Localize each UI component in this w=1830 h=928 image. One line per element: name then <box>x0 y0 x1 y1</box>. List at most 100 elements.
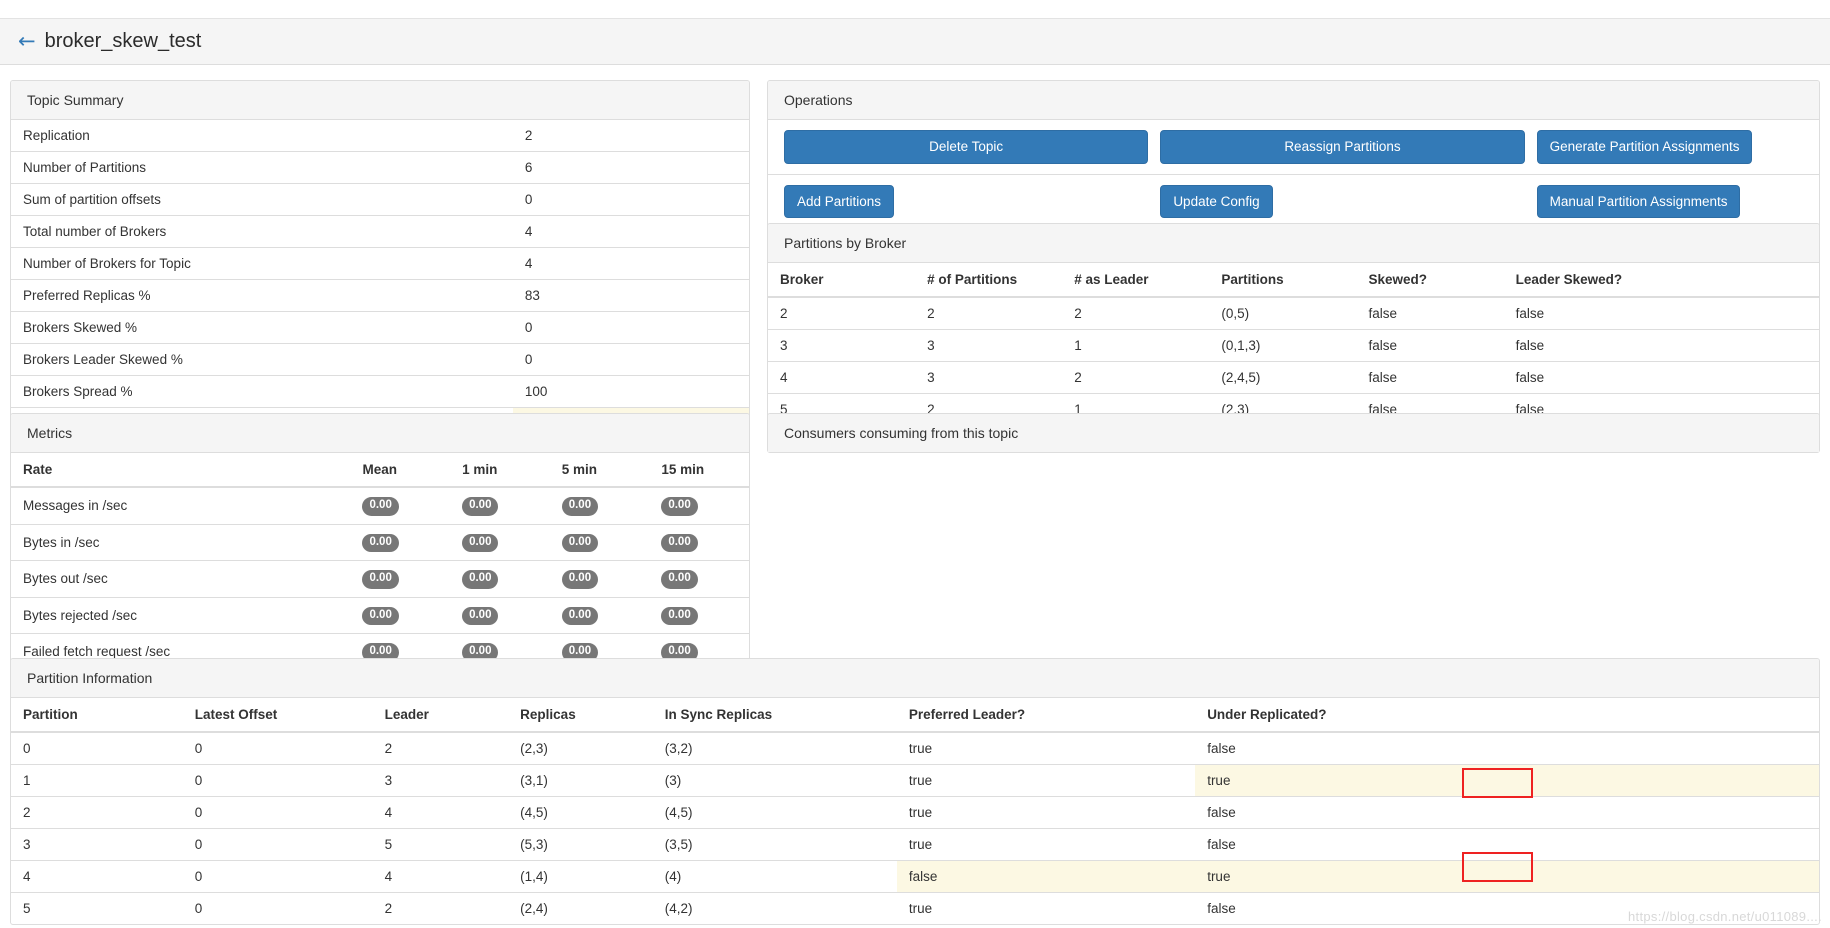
leader-link[interactable]: 4 <box>385 869 393 884</box>
pi-cell: (1,4) <box>508 861 653 893</box>
metric-label: Bytes in /sec <box>11 524 350 561</box>
leader-link[interactable]: 5 <box>385 837 393 852</box>
delete-topic-button[interactable]: Delete Topic <box>784 130 1148 164</box>
pi-cell: true <box>897 765 1195 797</box>
pi-cell: 3 <box>11 829 183 861</box>
operations-cell-generate-partition-assignments: Generate Partition Assignments <box>1531 130 1809 164</box>
update-config-button[interactable]: Update Config <box>1160 185 1272 219</box>
consumers-panel: Consumers consuming from this topic <box>767 413 1820 453</box>
topic-summary-panel: Topic Summary Replication2Number of Part… <box>10 80 750 440</box>
pbb-column-header: # of Partitions <box>915 263 1062 297</box>
metric-label: Bytes rejected /sec <box>11 597 350 634</box>
metrics-column-header: Rate <box>11 453 350 487</box>
pbb-cell: (2,4,5) <box>1209 362 1356 394</box>
leader-link[interactable]: 4 <box>385 805 393 820</box>
manual-partition-assignments-button[interactable]: Manual Partition Assignments <box>1537 185 1741 219</box>
pi-cell: (3,2) <box>653 732 897 765</box>
pi-cell: 0 <box>183 732 373 765</box>
operations-row-2: Add Partitions Update Config Manual Part… <box>768 175 1819 229</box>
pi-leader-cell: 4 <box>373 861 509 893</box>
summary-value: 6 <box>513 152 749 184</box>
pi-cell: false <box>897 861 1195 893</box>
table-row: Number of Partitions6 <box>11 152 749 184</box>
metric-badge: 0.00 <box>362 607 398 626</box>
metric-badge: 0.00 <box>661 534 697 553</box>
reassign-partitions-button[interactable]: Reassign Partitions <box>1160 130 1524 164</box>
pi-cell: true <box>897 829 1195 861</box>
pbb-cell: false <box>1357 297 1504 330</box>
table-row: Messages in /sec0.000.000.000.00 <box>11 487 749 524</box>
pbb-cell: 3 <box>915 330 1062 362</box>
metric-badge: 0.00 <box>661 570 697 589</box>
leader-link[interactable]: 2 <box>385 741 393 756</box>
pi-leader-cell: 4 <box>373 797 509 829</box>
summary-label: Preferred Replicas % <box>11 280 513 312</box>
broker-link[interactable]: 2 <box>780 306 788 321</box>
pi-column-header: Preferred Leader? <box>897 698 1195 732</box>
operations-body: Delete Topic Reassign Partitions Generat… <box>768 120 1819 228</box>
pbb-cell: false <box>1504 297 1819 330</box>
summary-value: 83 <box>513 280 749 312</box>
broker-link[interactable]: 3 <box>780 338 788 353</box>
table-row: 305(5,3)(3,5)truefalse <box>11 829 1819 861</box>
summary-value: 0 <box>513 184 749 216</box>
pi-cell: 0 <box>183 893 373 925</box>
partition-information-table: PartitionLatest OffsetLeaderReplicasIn S… <box>11 698 1819 924</box>
pi-cell: (4,5) <box>508 797 653 829</box>
metric-badge: 0.00 <box>562 607 598 626</box>
metric-value-cell: 0.00 <box>649 561 749 598</box>
pi-leader-cell: 3 <box>373 765 509 797</box>
table-row: Bytes in /sec0.000.000.000.00 <box>11 524 749 561</box>
pi-cell: 0 <box>183 797 373 829</box>
leader-link[interactable]: 2 <box>385 901 393 916</box>
metric-value-cell: 0.00 <box>450 597 550 634</box>
summary-label: Number of Partitions <box>11 152 513 184</box>
table-row: 404(1,4)(4)falsetrue <box>11 861 1819 893</box>
pbb-cell: 3 <box>915 362 1062 394</box>
metric-badge: 0.00 <box>562 497 598 516</box>
metric-value-cell: 0.00 <box>649 487 749 524</box>
pbb-column-header: Skewed? <box>1357 263 1504 297</box>
pbb-cell: false <box>1504 362 1819 394</box>
add-partitions-button[interactable]: Add Partitions <box>784 185 894 219</box>
operations-cell-manual-partition-assignments: Manual Partition Assignments <box>1531 185 1809 219</box>
partitions-by-broker-heading: Partitions by Broker <box>768 224 1819 263</box>
operations-cell-add-partitions: Add Partitions <box>778 185 1154 219</box>
watermark-text: https://blog.csdn.net/u011089.... <box>1628 909 1822 924</box>
broker-link[interactable]: 4 <box>780 370 788 385</box>
summary-label: Brokers Spread % <box>11 376 513 408</box>
pi-cell: true <box>897 732 1195 765</box>
pi-cell: (5,3) <box>508 829 653 861</box>
pbb-cell: (0,1,3) <box>1209 330 1356 362</box>
pbb-cell: 2 <box>1062 362 1209 394</box>
pi-cell: (4,5) <box>653 797 897 829</box>
pi-leader-cell: 5 <box>373 829 509 861</box>
metric-value-cell: 0.00 <box>450 524 550 561</box>
table-row: 002(2,3)(3,2)truefalse <box>11 732 1819 765</box>
metric-badge: 0.00 <box>462 534 498 553</box>
pi-cell: 4 <box>11 861 183 893</box>
partitions-by-broker-table: Broker# of Partitions# as LeaderPartitio… <box>768 263 1819 425</box>
table-row: 331(0,1,3)falsefalse <box>768 330 1819 362</box>
table-row: Brokers Leader Skewed %0 <box>11 344 749 376</box>
metric-value-cell: 0.00 <box>649 597 749 634</box>
metric-value-cell: 0.00 <box>649 524 749 561</box>
pi-cell: true <box>1195 765 1819 797</box>
metric-value-cell: 0.00 <box>550 487 650 524</box>
table-row: Sum of partition offsets0 <box>11 184 749 216</box>
metric-label: Bytes out /sec <box>11 561 350 598</box>
leader-link[interactable]: 3 <box>385 773 393 788</box>
pbb-column-header: Broker <box>768 263 915 297</box>
pi-leader-cell: 2 <box>373 893 509 925</box>
generate-partition-assignments-button[interactable]: Generate Partition Assignments <box>1537 130 1753 164</box>
pbb-broker-cell: 3 <box>768 330 915 362</box>
pi-column-header: In Sync Replicas <box>653 698 897 732</box>
topic-summary-heading: Topic Summary <box>11 81 749 120</box>
pi-column-header: Replicas <box>508 698 653 732</box>
pi-cell: (3,1) <box>508 765 653 797</box>
pi-cell: 5 <box>11 893 183 925</box>
pbb-broker-cell: 4 <box>768 362 915 394</box>
pi-cell: (3) <box>653 765 897 797</box>
page-title: broker_skew_test <box>45 30 202 53</box>
back-arrow-icon[interactable]: ← <box>18 31 36 52</box>
